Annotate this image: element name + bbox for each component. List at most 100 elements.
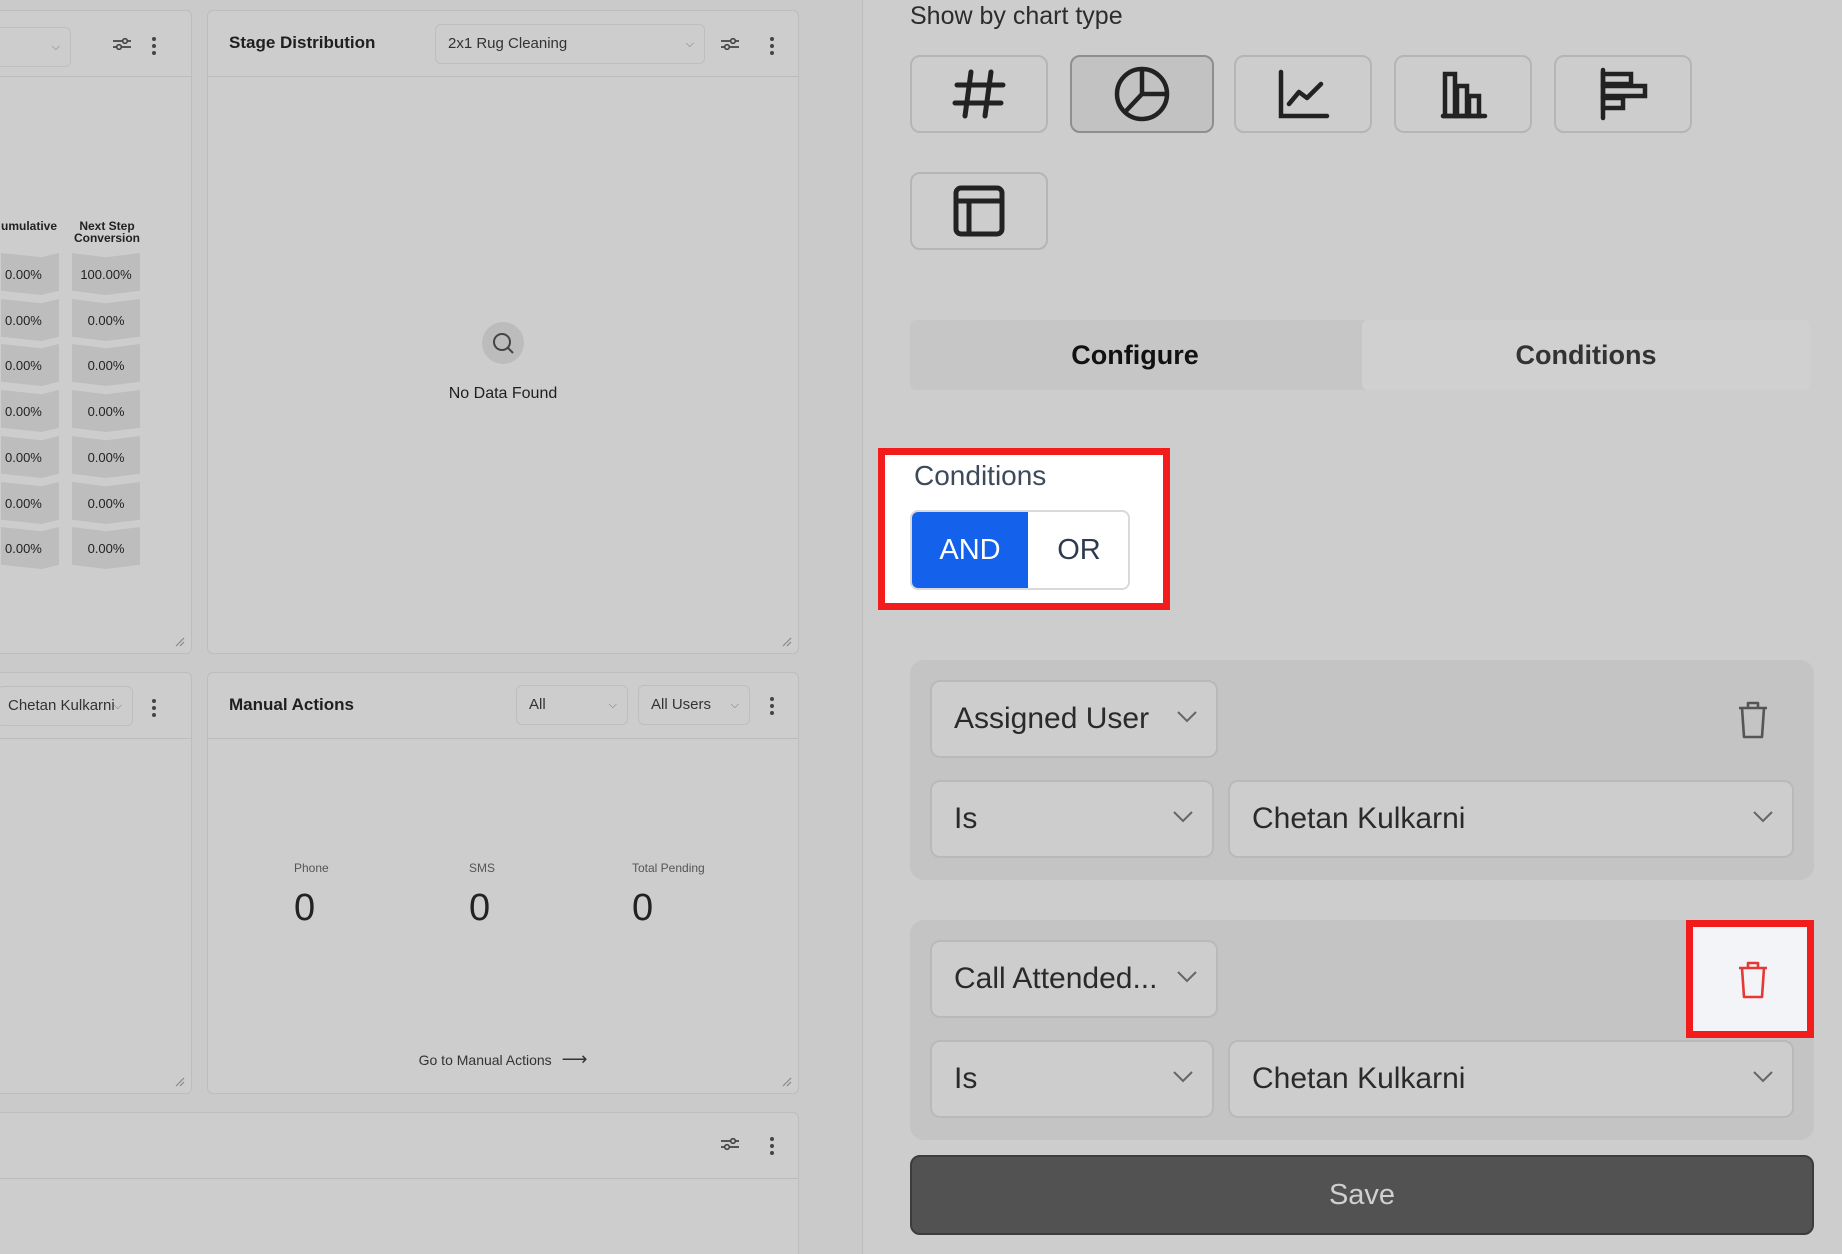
chart-type-table-button[interactable] — [910, 172, 1048, 250]
hash-icon — [952, 69, 1006, 119]
no-data-text: No Data Found — [448, 385, 558, 402]
filter-select-value: All — [529, 696, 546, 713]
bottom-card-header — [0, 1113, 798, 1179]
stat-label-total-pending: Total Pending — [632, 861, 705, 875]
condition-field-value: Assigned User — [954, 702, 1150, 735]
more-options-icon[interactable] — [770, 697, 774, 715]
search-icon — [482, 322, 524, 364]
condition-operator-value: Is — [954, 802, 978, 835]
condition-value-select[interactable]: Chetan Kulkarni — [1228, 1040, 1794, 1118]
funnel-cumulative-cell: 0.00% — [1, 253, 59, 295]
funnel-next-step-cell: 0.00% — [72, 299, 140, 341]
stage-card-header: Stage Distribution 2x1 Rug Cleaning ⌵ — [208, 11, 798, 77]
user-select[interactable]: Chetan Kulkarni ⌵ — [0, 686, 133, 726]
trash-icon[interactable] — [1736, 960, 1770, 1000]
stat-value-sms: 0 — [469, 887, 491, 929]
funnel-next-step-cell: 0.00% — [72, 482, 140, 524]
chart-type-label: Show by chart type — [910, 2, 1123, 30]
condition-operator-value: Is — [954, 1062, 978, 1095]
card-title: Manual Actions — [229, 695, 354, 714]
chevron-down-icon — [1753, 1071, 1773, 1083]
manual-actions-header: Manual Actions All ⌵ All Users ⌵ — [208, 673, 798, 739]
more-options-icon[interactable] — [770, 37, 774, 55]
chevron-down-icon: ⌵ — [51, 41, 60, 53]
funnel-cumulative-cell: 0.00% — [1, 436, 59, 478]
more-options-icon[interactable] — [152, 37, 156, 55]
line-chart-icon — [1278, 69, 1330, 119]
and-or-toggle: AND OR — [910, 510, 1130, 590]
pipeline-select[interactable]: 2x1 Rug Cleaning ⌵ — [435, 24, 705, 64]
tab-conditions[interactable]: Conditions — [1362, 320, 1810, 390]
dashboard-background: ⌵ umulative Next Step Conversion 0.00% 10… — [0, 0, 862, 1254]
chevron-down-icon: ⌵ — [113, 700, 122, 712]
user-card: Chetan Kulkarni ⌵ — [0, 672, 192, 1094]
condition-field-select[interactable]: Call Attended... — [930, 940, 1218, 1018]
stage-distribution-card: Stage Distribution 2x1 Rug Cleaning ⌵ No … — [207, 10, 799, 654]
condition-value: Chetan Kulkarni — [1252, 802, 1466, 835]
condition-field-value: Call Attended... — [954, 962, 1158, 995]
funnel-cumulative-cell: 0.00% — [1, 299, 59, 341]
go-to-manual-actions-link[interactable]: Go to Manual Actions ⟶ — [208, 1049, 798, 1070]
condition-operator-select[interactable]: Is — [930, 780, 1214, 858]
tab-configure[interactable]: Configure — [910, 320, 1360, 390]
chart-type-horizontal-bar-button[interactable] — [1554, 55, 1692, 133]
chevron-down-icon — [1753, 811, 1773, 823]
or-button[interactable]: OR — [1028, 512, 1128, 588]
funnel-cumulative-cell: 0.00% — [1, 527, 59, 569]
col-cumulative: umulative — [1, 219, 58, 233]
condition-value-select[interactable]: Chetan Kulkarni — [1228, 780, 1794, 858]
chevron-down-icon: ⌵ — [730, 699, 739, 711]
arrow-right-icon: ⟶ — [561, 1049, 588, 1069]
bar-chart-icon — [1440, 71, 1488, 119]
pie-chart-icon — [1114, 66, 1170, 122]
funnel-next-step-cell: 0.00% — [72, 344, 140, 386]
chevron-down-icon — [1177, 711, 1197, 723]
funnel-next-step-cell: 0.00% — [72, 390, 140, 432]
condition-field-select[interactable]: Assigned User — [930, 680, 1218, 758]
and-button[interactable]: AND — [912, 512, 1028, 588]
filter-settings-icon[interactable] — [719, 1133, 741, 1155]
stat-label-phone: Phone — [294, 861, 329, 875]
funnel-next-step-cell: 100.00% — [72, 253, 140, 295]
more-options-icon[interactable] — [152, 699, 156, 717]
funnel-next-step-cell: 0.00% — [72, 527, 140, 569]
chart-type-number-button[interactable] — [910, 55, 1048, 133]
filter-select[interactable]: All ⌵ — [516, 685, 628, 725]
condition-value: Chetan Kulkarni — [1252, 1062, 1466, 1095]
table-icon — [953, 185, 1005, 237]
manual-actions-card: Manual Actions All ⌵ All Users ⌵ Phone 0 S… — [207, 672, 799, 1094]
more-options-icon[interactable] — [770, 1137, 774, 1155]
stat-value-total-pending: 0 — [632, 887, 654, 929]
pipeline-select-value: 2x1 Rug Cleaning — [448, 35, 568, 52]
funnel-cumulative-cell: 0.00% — [1, 390, 59, 432]
chevron-down-icon: ⌵ — [608, 699, 617, 711]
resize-handle-icon[interactable] — [173, 635, 185, 647]
funnel-next-step-cell: 0.00% — [72, 436, 140, 478]
users-select[interactable]: All Users ⌵ — [638, 685, 750, 725]
chevron-down-icon: ⌵ — [685, 38, 694, 50]
stat-value-phone: 0 — [294, 887, 316, 929]
config-tabs: Configure Conditions — [910, 320, 1810, 390]
funnel-cumulative-cell: 0.00% — [1, 482, 59, 524]
resize-handle-icon[interactable] — [780, 635, 792, 647]
condition-operator-select[interactable]: Is — [930, 1040, 1214, 1118]
bottom-card — [0, 1112, 799, 1254]
chart-type-bar-button[interactable] — [1394, 55, 1532, 133]
chevron-down-icon — [1173, 1071, 1193, 1083]
filter-settings-icon[interactable] — [719, 33, 741, 55]
resize-handle-icon[interactable] — [173, 1075, 185, 1087]
funnel-card-header: ⌵ — [0, 11, 191, 77]
stat-label-sms: SMS — [469, 861, 496, 875]
filter-settings-icon[interactable] — [111, 33, 133, 55]
save-button[interactable]: Save — [910, 1155, 1814, 1235]
trash-icon[interactable] — [1736, 700, 1770, 740]
resize-handle-icon[interactable] — [780, 1075, 792, 1087]
user-card-header: Chetan Kulkarni ⌵ — [0, 673, 191, 739]
funnel-card: ⌵ umulative Next Step Conversion 0.00% 10… — [0, 10, 192, 654]
chevron-down-icon — [1173, 811, 1193, 823]
chevron-down-icon — [1177, 971, 1197, 983]
chart-type-pie-button[interactable] — [1070, 55, 1214, 133]
link-text: Go to Manual Actions — [418, 1052, 552, 1068]
funnel-select[interactable]: ⌵ — [0, 27, 71, 67]
chart-type-line-button[interactable] — [1234, 55, 1372, 133]
